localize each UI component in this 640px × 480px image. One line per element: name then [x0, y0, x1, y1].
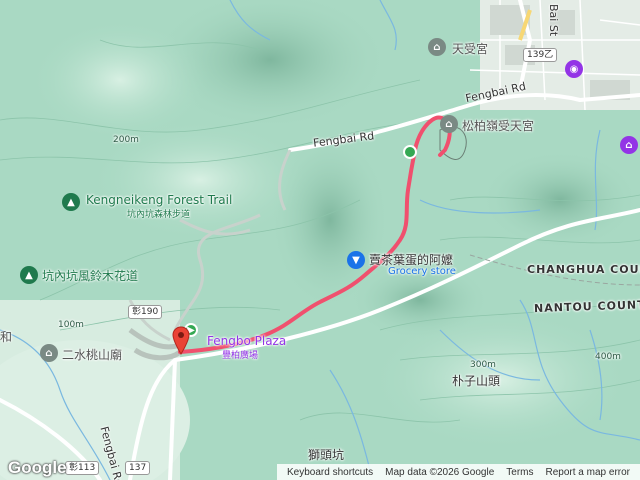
poi-ershui-temple[interactable]: 二水桃山廟: [62, 346, 122, 363]
landmark-icon[interactable]: ◉: [565, 60, 583, 78]
keyboard-shortcuts-link[interactable]: Keyboard shortcuts: [287, 467, 373, 478]
poi-tianshou-temple[interactable]: 天受宮: [452, 40, 488, 57]
poi-fengbo-plaza-en[interactable]: Fengbo Plaza: [207, 334, 286, 348]
poi-flower-trail[interactable]: 坑內坑風鈴木花道: [42, 267, 138, 284]
park-icon[interactable]: ▲: [20, 266, 38, 284]
place-shitou-keng: 獅頭坑: [308, 448, 345, 462]
attribution-bar: Keyboard shortcuts Map data ©2026 Google…: [276, 464, 640, 480]
terms-link[interactable]: Terms: [506, 467, 533, 478]
place-zizi-hill: 朴子山頭: [452, 374, 501, 388]
poi-kengneikeng-trail-zh: 坑內坑森林步道: [127, 210, 191, 220]
county-label-changhua: CHANGHUA COUN: [527, 263, 640, 276]
landmark-icon[interactable]: ⌂: [620, 136, 638, 154]
poi-songbai-temple[interactable]: 松柏嶺受天宮: [462, 117, 534, 134]
route-shield-139: 139乙: [523, 48, 558, 62]
map-data-text: Map data ©2026 Google: [385, 466, 495, 478]
temple-icon[interactable]: ⌂: [440, 115, 458, 133]
grocery-icon[interactable]: ▼: [347, 251, 365, 269]
google-logo: Google: [8, 458, 67, 477]
temple-icon[interactable]: ⌂: [40, 344, 58, 362]
report-error-link[interactable]: Report a map error: [546, 467, 630, 478]
contour-label-300m: 300m: [470, 360, 496, 370]
route-shield-113: 彰113: [65, 461, 100, 475]
map-canvas[interactable]: 200m 100m 300m 400m Fengbai Rd Fengbai R…: [0, 0, 640, 480]
contour-label-200m: 200m: [113, 135, 139, 145]
route-waypoint-marker[interactable]: [403, 145, 417, 159]
park-icon[interactable]: ▲: [62, 193, 80, 211]
poi-tea-egg-category: Grocery store: [388, 266, 456, 277]
place-he: 和: [0, 330, 13, 344]
contour-label-100m: 100m: [58, 320, 84, 330]
route-shield-137: 137: [125, 461, 151, 475]
route-end-pin-icon[interactable]: [172, 326, 190, 356]
road-label-bai-st: Bai St: [547, 4, 560, 37]
temple-icon[interactable]: ⌂: [428, 38, 446, 56]
poi-kengneikeng-trail-en[interactable]: Kengneikeng Forest Trail: [86, 193, 232, 207]
route-shield-190: 彰190: [128, 305, 163, 319]
poi-fengbo-plaza-zh: 豐柏廣場: [222, 351, 259, 361]
hiking-route: [178, 115, 452, 354]
contour-label-400m: 400m: [595, 352, 621, 362]
